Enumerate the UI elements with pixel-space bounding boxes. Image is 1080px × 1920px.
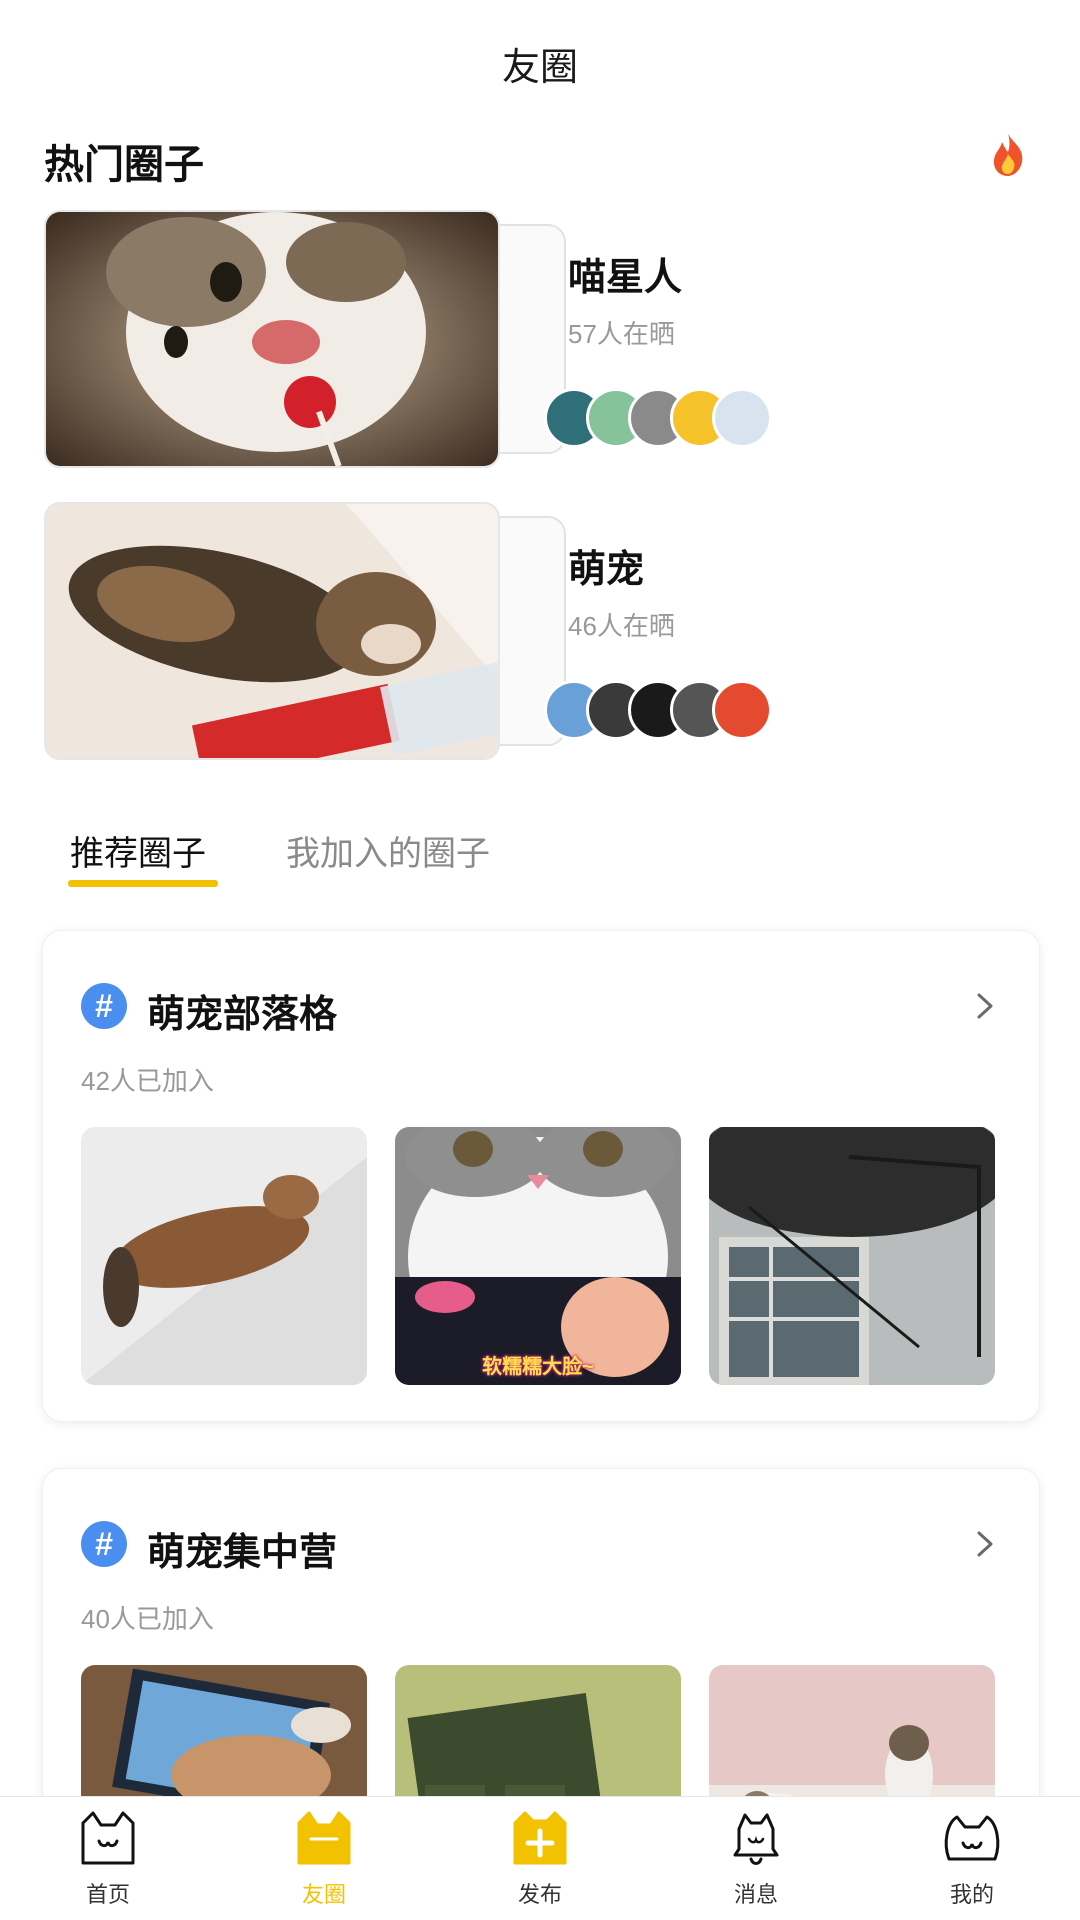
chevron-right-icon[interactable] [971, 991, 999, 1021]
thumbnail-image[interactable]: 软糯糯大脸~ [395, 1127, 681, 1385]
cat-profile-icon [944, 1815, 1000, 1861]
nav-label: 消息 [733, 1882, 778, 1907]
group-name: 萌宠部落格 [147, 994, 338, 1036]
group-card[interactable]: # 萌宠部落格 42人已加入 软糯糯大脸~ [42, 930, 1040, 1422]
nav-profile[interactable]: 我的 [902, 1809, 1042, 1919]
nav-home[interactable]: 首页 [38, 1809, 178, 1919]
hashtag-icon: # [81, 1521, 127, 1567]
thumbnail-image[interactable] [709, 1127, 995, 1385]
publish-plus-icon [513, 1811, 567, 1865]
avatar [712, 680, 772, 740]
nav-label: 首页 [85, 1882, 130, 1907]
active-tab-indicator [68, 880, 218, 887]
nav-circle[interactable]: 友圈 [254, 1809, 394, 1919]
cat-home-icon [81, 1811, 135, 1865]
hot-circle-count: 46人在晒 [568, 611, 675, 641]
hot-circles-header: 热门圈子 [44, 132, 1036, 187]
thumbnail-image[interactable] [81, 1127, 367, 1385]
cat-circle-icon [297, 1811, 351, 1865]
group-name: 萌宠集中营 [147, 1532, 338, 1574]
hot-circle-card[interactable]: 萌宠 46人在晒 [44, 502, 1044, 760]
page-title: 友圈 [501, 47, 578, 89]
hot-circle-count: 57人在晒 [568, 319, 675, 349]
group-thumbnails: 软糯糯大脸~ [81, 1127, 1011, 1387]
fire-icon [993, 134, 1023, 176]
hot-circle-cover-image [44, 210, 500, 468]
circle-tabs: 推荐圈子 我加入的圈子 [44, 826, 1036, 896]
nav-messages[interactable]: 消息 [686, 1809, 826, 1919]
nav-label: 友圈 [301, 1882, 346, 1907]
tab-joined[interactable]: 我加入的圈子 [286, 826, 490, 875]
hashtag-icon: # [81, 983, 127, 1029]
group-member-count: 42人已加入 [81, 1066, 214, 1096]
bottom-navigation: 首页 友圈 发布 消息 我的 [0, 1796, 1080, 1920]
group-member-count: 40人已加入 [81, 1604, 214, 1634]
hot-circle-name: 喵星人 [568, 257, 683, 299]
avatar [712, 388, 772, 448]
hot-circle-name: 萌宠 [568, 549, 645, 591]
thumbnail-caption: 软糯糯大脸~ [482, 1356, 594, 1378]
cat-bell-icon [733, 1813, 779, 1865]
tab-recommend[interactable]: 推荐圈子 [70, 826, 206, 875]
hot-circle-cover-image [44, 502, 500, 760]
nav-publish[interactable]: 发布 [470, 1809, 610, 1919]
nav-label: 我的 [949, 1882, 994, 1907]
nav-label: 发布 [517, 1882, 562, 1907]
hot-circle-card[interactable]: 喵星人 57人在晒 [44, 210, 1044, 468]
hot-circles-title: 热门圈子 [44, 143, 204, 187]
chevron-right-icon[interactable] [971, 1529, 999, 1559]
